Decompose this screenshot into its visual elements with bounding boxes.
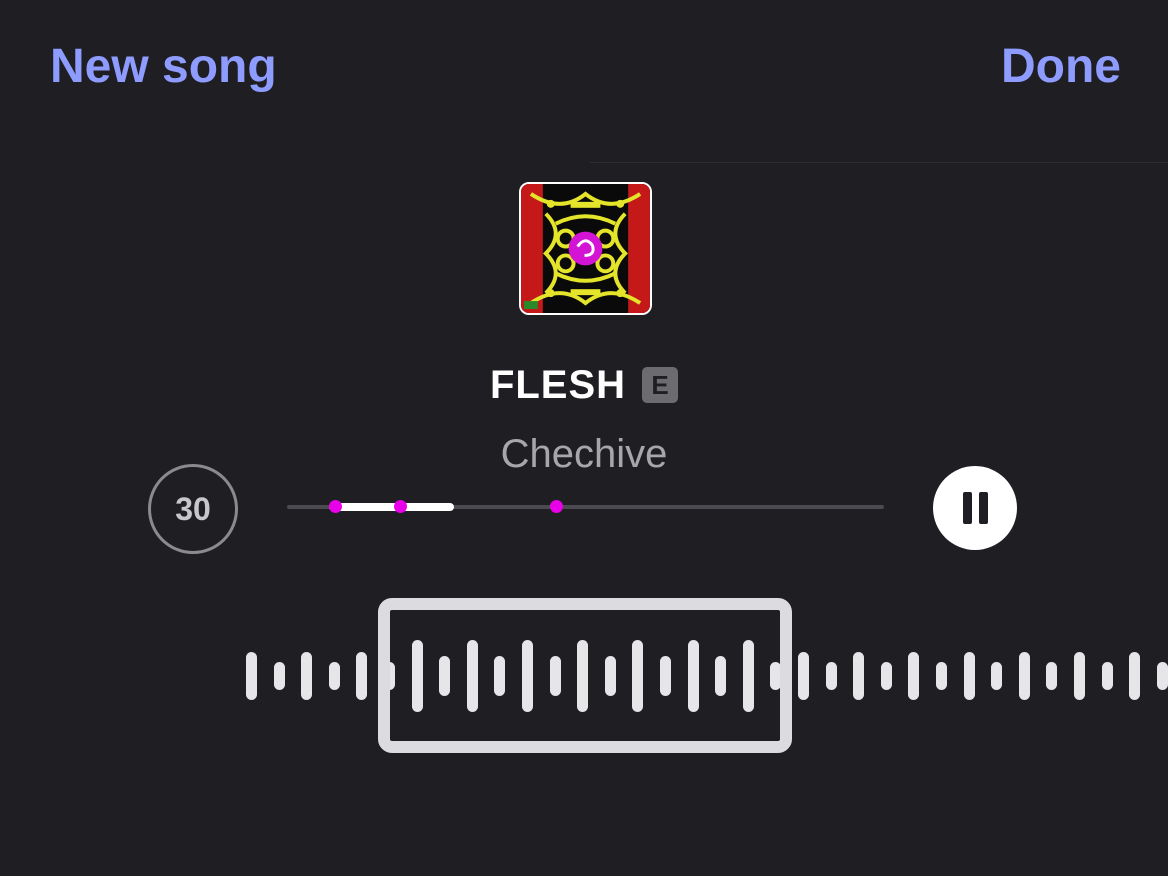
clip-duration-button[interactable]: 30 <box>148 464 238 554</box>
waveform-bar <box>1101 662 1113 690</box>
waveform-bar <box>301 652 313 700</box>
waveform-bar <box>356 652 368 700</box>
pause-button[interactable] <box>933 466 1017 550</box>
progress-marker <box>549 500 563 513</box>
new-song-button[interactable]: New song <box>50 38 277 96</box>
waveform-bar <box>1156 662 1168 690</box>
waveform-bar <box>963 652 975 700</box>
progress-fill <box>328 503 455 511</box>
waveform-bar <box>328 662 340 690</box>
waveform-bar <box>273 662 285 690</box>
playback-progress[interactable] <box>287 500 884 513</box>
waveform-bar <box>853 652 865 700</box>
waveform-bar <box>1046 662 1058 690</box>
waveform-bar <box>798 652 809 700</box>
album-artwork <box>519 182 652 315</box>
waveform-bar <box>1018 652 1030 700</box>
done-button[interactable]: Done <box>1001 38 1121 96</box>
song-title-row: FLESH E <box>0 359 1168 411</box>
pause-icon <box>978 492 988 524</box>
song-title: FLESH <box>489 362 627 407</box>
explicit-badge: E <box>642 367 679 403</box>
clip-selection-window[interactable] <box>378 598 792 753</box>
waveform-bar <box>880 662 892 690</box>
waveform-bar <box>825 662 837 690</box>
progress-marker <box>328 500 342 513</box>
pause-icon <box>962 492 972 524</box>
header-divider <box>590 162 1168 163</box>
waveform-bar <box>936 662 947 690</box>
waveform-bar <box>1129 652 1141 700</box>
waveform-bar <box>991 662 1003 690</box>
progress-marker <box>394 500 408 513</box>
waveform-bar <box>1074 652 1085 700</box>
waveform-bar <box>908 652 920 700</box>
trim-song-screen: New song Done FLESH E Chechive 30 <box>0 0 1168 876</box>
waveform-bar <box>246 652 257 700</box>
